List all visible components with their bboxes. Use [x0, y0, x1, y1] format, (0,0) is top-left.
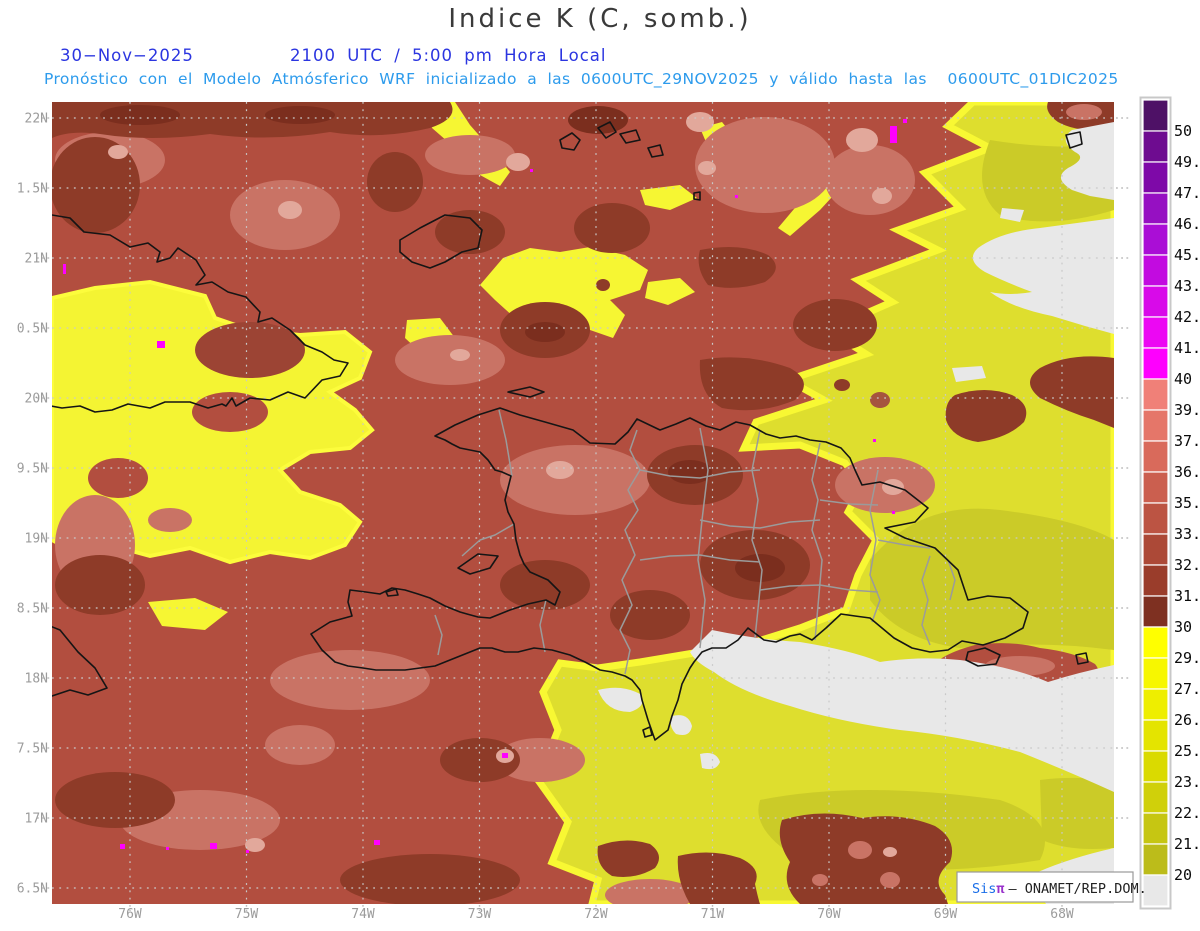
colorbar-cell: [1142, 409, 1169, 442]
colorbar-cell: [1142, 161, 1169, 194]
lat-label: 6.5N: [17, 882, 48, 897]
colorbar-cell: [1142, 440, 1169, 473]
forecast-hour: 2100 UTC / 5:00 pm Hora Local: [290, 46, 607, 65]
lon-label: 68W: [1050, 907, 1074, 922]
colorbar-cell: [1142, 285, 1169, 318]
colorbar-cell: [1142, 750, 1169, 783]
colorbar-cell: [1142, 378, 1169, 411]
lat-label: 18N: [25, 672, 48, 687]
colorbar-cell: [1142, 254, 1169, 287]
lon-label: 74W: [351, 907, 375, 922]
colorbar-cell: [1142, 874, 1169, 907]
watermark-text: Sisπ – ONAMET/REP.DOM.: [972, 881, 1147, 897]
colorbar-level-label: 50: [1174, 122, 1192, 140]
lat-axis-labels: 22N 1.5N 21N 0.5N 20N 9.5N 19N 8.5N 18N 7.5N 17N 6.…: [17, 112, 48, 897]
colorbar-cell: [1142, 843, 1169, 876]
lon-label: 72W: [584, 907, 608, 922]
colorbar-cell: [1142, 688, 1169, 721]
colorbar-level-label: 42.6: [1174, 308, 1200, 326]
colorbar-level-label: 40: [1174, 370, 1192, 388]
lat-label: 8.5N: [17, 602, 48, 617]
lat-label: 22N: [25, 112, 48, 127]
colorbar-cell: [1142, 347, 1169, 380]
colorbar-level-label: 36.5: [1174, 463, 1200, 481]
colorbar-legend: [1139, 96, 1172, 910]
lon-label: 75W: [235, 907, 259, 922]
colorbar-cell: [1142, 781, 1169, 814]
colorbar-cell: [1142, 719, 1169, 752]
forecast-date: 30−Nov−2025: [60, 46, 194, 65]
colorbar-level-label: 35.2: [1174, 494, 1200, 512]
colorbar-cell: [1142, 130, 1169, 163]
colorbar-level-label: 43.9: [1174, 277, 1200, 295]
lon-label: 70W: [817, 907, 841, 922]
lat-label: 20N: [25, 392, 48, 407]
lat-label: 9.5N: [17, 462, 48, 477]
colorbar-level-label: 30: [1174, 618, 1192, 636]
colorbar-labels: 50 49.1 47.8 46.5 45.2 43.9 42.6 41.3 40 39.1 37.8…: [1174, 122, 1200, 884]
colorbar-level-label: 21.3: [1174, 835, 1200, 853]
colorbar-level-label: 20: [1174, 866, 1192, 884]
colorbar-cell: [1142, 595, 1169, 628]
colorbar-cell: [1142, 626, 1169, 659]
colorbar-cell: [1142, 657, 1169, 690]
colorbar-cell: [1142, 316, 1169, 349]
colorbar-level-label: 26.5: [1174, 711, 1200, 729]
colorbar-level-label: 39.1: [1174, 401, 1200, 419]
colorbar-level-label: 49.1: [1174, 153, 1200, 171]
colorbar-level-label: 23.9: [1174, 773, 1200, 791]
colorbar-cell: [1142, 812, 1169, 845]
colorbar-level-label: 37.8: [1174, 432, 1200, 450]
colorbar-cell: [1142, 533, 1169, 566]
lon-label: 76W: [118, 907, 142, 922]
lat-label: 21N: [25, 252, 48, 267]
watermark-pi-icon: π: [996, 881, 1004, 897]
colorbar-level-label: 31.3: [1174, 587, 1200, 605]
colorbar-level-label: 45.2: [1174, 246, 1200, 264]
watermark-sis: Sis: [972, 881, 996, 897]
lat-label: 0.5N: [17, 322, 48, 337]
colorbar-level-label: 27.8: [1174, 680, 1200, 698]
lat-label: 1.5N: [17, 182, 48, 197]
k-index-map: 22N 1.5N 21N 0.5N 20N 9.5N 19N 8.5N 18N 7.5N 17N 6.…: [17, 96, 1200, 922]
colorbar-cell: [1142, 502, 1169, 535]
lat-label: 7.5N: [17, 742, 48, 757]
lat-label: 19N: [25, 532, 48, 547]
colorbar-level-label: 33.9: [1174, 525, 1200, 543]
colorbar-level-label: 46.5: [1174, 215, 1200, 233]
lon-label: 69W: [934, 907, 958, 922]
colorbar-level-label: 25.2: [1174, 742, 1200, 760]
lat-label: 17N: [25, 812, 48, 827]
colorbar-level-label: 41.3: [1174, 339, 1200, 357]
lon-axis-labels: 76W 75W 74W 73W 72W 71W 70W 69W 68W: [118, 907, 1074, 922]
model-run-line: Pronóstico con el Modelo Atmósferico WRF…: [44, 70, 1119, 88]
colorbar-level-label: 32.6: [1174, 556, 1200, 574]
colorbar-level-label: 47.8: [1174, 184, 1200, 202]
colorbar-cell: [1142, 223, 1169, 256]
page-title: Indice K (C, somb.): [448, 4, 752, 34]
watermark-org: – ONAMET/REP.DOM.: [1009, 881, 1147, 897]
colorbar-level-label: 22.6: [1174, 804, 1200, 822]
lon-label: 73W: [468, 907, 492, 922]
colorbar-cell: [1142, 99, 1169, 132]
lon-label: 71W: [701, 907, 725, 922]
watermark-box: Sisπ – ONAMET/REP.DOM.: [956, 871, 1147, 903]
colorbar-cell: [1142, 471, 1169, 504]
colorbar-cell: [1142, 564, 1169, 597]
colorbar-level-label: 29.1: [1174, 649, 1200, 667]
colorbar-cell: [1142, 192, 1169, 225]
